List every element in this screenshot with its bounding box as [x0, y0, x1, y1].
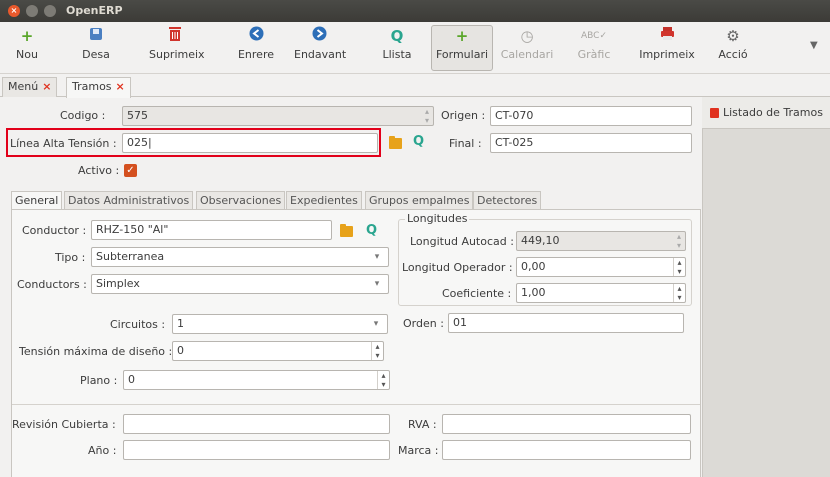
spinner-icon[interactable]: ▴ ▾ [673, 258, 685, 276]
trash-icon [149, 26, 201, 46]
conductor-label: Conductor : [22, 224, 87, 237]
close-tab-icon[interactable]: × [116, 80, 125, 93]
search-icon: Q [390, 27, 404, 45]
search-icon[interactable]: Q [366, 224, 377, 237]
codigo-field: 575 ▴ ▾ [122, 106, 434, 126]
final-label: Final : [449, 137, 482, 150]
coeficiente-label: Coeficiente : [442, 287, 512, 300]
printer-icon [638, 26, 696, 46]
marca-label: Marca : [398, 444, 439, 457]
new-icon: + [20, 27, 34, 45]
tab-grupos-empalmes[interactable]: Grupos empalmes [365, 191, 474, 210]
graph-view-button[interactable]: ABC✓ Gràfic [576, 26, 612, 70]
marca-field[interactable] [442, 440, 691, 460]
origen-label: Origen : [441, 109, 486, 122]
longitudes-title: Longitudes [405, 212, 470, 225]
tab-datos-administrativos[interactable]: Datos Administrativos [64, 191, 194, 210]
title-bar: × OpenERP [0, 0, 830, 22]
conductores-select[interactable]: Simplex ▾ [91, 274, 389, 294]
tipo-select[interactable]: Subterranea ▾ [91, 247, 389, 267]
rva-field[interactable] [442, 414, 691, 434]
maximize-window-icon[interactable] [44, 5, 56, 17]
open-folder-icon[interactable] [389, 136, 402, 149]
tab-bar: Menú × Tramos × [0, 75, 830, 98]
codigo-spinner-icon: ▴ ▾ [424, 107, 429, 125]
arrow-right-icon [294, 26, 344, 46]
calendar-icon: ◷ [520, 27, 534, 45]
longitud-operador-label: Longitud Operador : [402, 261, 513, 274]
save-button[interactable]: Desa [76, 26, 116, 70]
orden-label: Orden : [403, 317, 444, 330]
print-button[interactable]: Imprimeix [638, 26, 696, 70]
search-icon[interactable]: Q [413, 135, 424, 148]
delete-button[interactable]: Suprimeix [149, 26, 205, 70]
form-view-button[interactable]: + Formulari [431, 25, 493, 71]
linea-label: Línea Alta Tensión : [10, 137, 117, 150]
spinner-icon: ▴ ▾ [676, 232, 681, 250]
longitud-operador-field[interactable]: 0,00 ▴ ▾ [516, 257, 686, 277]
circuitos-select[interactable]: 1 ▾ [172, 314, 388, 334]
circuitos-label: Circuitos : [110, 318, 166, 331]
new-button[interactable]: + Nou [12, 26, 42, 70]
tipo-label: Tipo : [55, 251, 86, 264]
longitud-autocad-label: Longitud Autocad : [410, 235, 514, 248]
chevron-down-icon: ▾ [374, 252, 380, 262]
tab-tramos[interactable]: Tramos × [66, 77, 131, 98]
tab-menu[interactable]: Menú × [2, 77, 58, 97]
spinner-icon[interactable]: ▴ ▾ [377, 371, 389, 389]
minimize-window-icon[interactable] [26, 5, 38, 17]
tension-label: Tensión máxima de diseño : [19, 345, 173, 358]
back-button[interactable]: Enrere [236, 26, 276, 70]
action-button[interactable]: ⚙ Acció [718, 26, 748, 70]
text-cursor: | [148, 136, 152, 149]
form-icon: + [455, 27, 469, 45]
revision-label: Revisión Cubierta : [12, 418, 116, 431]
revision-field[interactable] [123, 414, 390, 434]
tension-field[interactable]: 0 ▴ ▾ [172, 341, 384, 361]
sidebar [702, 97, 830, 477]
list-view-button[interactable]: Q Llista [381, 26, 413, 70]
activo-checkbox[interactable]: ✓ [124, 164, 137, 177]
rva-label: RVA : [408, 418, 437, 431]
plano-label: Plano : [80, 374, 118, 387]
report-icon [710, 108, 719, 118]
forward-button[interactable]: Endavant [294, 26, 346, 70]
tab-expedientes[interactable]: Expedientes [286, 191, 362, 210]
toolbar: + Nou Desa Suprimeix Enrere Endavant Q L… [0, 22, 830, 74]
tab-general[interactable]: General [11, 191, 63, 210]
window-title: OpenERP [66, 4, 123, 17]
orden-field[interactable]: 01 [448, 313, 684, 333]
anio-label: Año : [88, 444, 117, 457]
activo-label: Activo : [78, 164, 120, 177]
chevron-down-icon: ▾ [373, 319, 379, 329]
divider [12, 404, 700, 405]
gears-icon: ⚙ [726, 27, 740, 45]
conductores-label: Conductors : [17, 278, 87, 291]
close-tab-icon[interactable]: × [42, 80, 51, 93]
calendar-view-button[interactable]: ◷ Calendari [499, 26, 555, 70]
tab-detectores[interactable]: Detectores [473, 191, 542, 210]
linea-field[interactable]: 025| [122, 133, 378, 153]
spinner-icon[interactable]: ▴ ▾ [673, 284, 685, 302]
final-field[interactable]: CT-025 [490, 133, 692, 153]
close-window-icon[interactable]: × [8, 5, 20, 17]
toolbar-overflow-icon[interactable]: ▼ [810, 40, 818, 51]
graph-icon: ABC✓ [581, 31, 607, 41]
longitud-autocad-field: 449,10 ▴ ▾ [516, 231, 686, 251]
coeficiente-field[interactable]: 1,00 ▴ ▾ [516, 283, 686, 303]
tab-observaciones[interactable]: Observaciones [196, 191, 286, 210]
spinner-icon[interactable]: ▴ ▾ [371, 342, 383, 360]
chevron-down-icon: ▾ [374, 279, 380, 289]
arrow-left-icon [236, 26, 276, 46]
save-icon [76, 26, 116, 46]
sidebar-item-listado-de-tramos[interactable]: Listado de Tramos [702, 97, 830, 129]
codigo-label: Codigo : [60, 109, 106, 122]
origen-field[interactable]: CT-070 [490, 106, 692, 126]
conductor-field[interactable]: RHZ-150 "Al" [91, 220, 332, 240]
open-folder-icon[interactable] [340, 224, 353, 237]
plano-field[interactable]: 0 ▴ ▾ [123, 370, 390, 390]
anio-field[interactable] [123, 440, 390, 460]
